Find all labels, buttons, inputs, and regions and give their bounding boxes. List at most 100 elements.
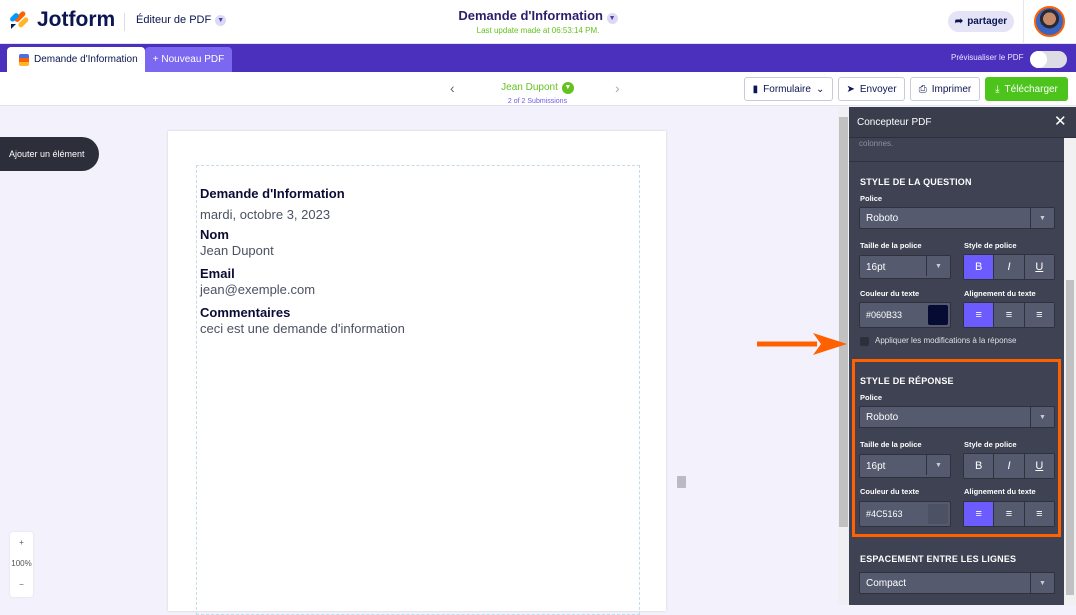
answer-align-group: ≡ ≡ ≡ [963,501,1055,527]
answer-style-heading: STYLE DE RÉPONSE [860,376,954,386]
zoom-in-button[interactable]: + [10,532,33,553]
chevron-down-icon: ▼ [1030,407,1054,427]
field-answer: Jean Dupont [200,243,274,258]
preview-label: Prévisualiser le PDF [951,53,1024,62]
font-size-label: Taille de la police [860,440,922,449]
document-content: Demande d'Information mardi, octobre 3, … [200,181,630,336]
add-element-button[interactable]: Ajouter un élément [0,137,99,171]
question-font-style-group: B I U [963,254,1055,280]
send-button[interactable]: ➤ Envoyer [838,77,905,101]
question-font-select[interactable]: Roboto ▼ [859,207,1055,229]
form-label: Formulaire [763,83,811,95]
font-style-label: Style de police [964,440,1017,449]
share-icon: ➦ [954,16,964,27]
submission-selector[interactable]: Jean Dupont ▼ 2 of 2 Submissions [470,77,605,105]
color-swatch[interactable] [928,305,948,325]
print-button[interactable]: ⎙ Imprimer [910,77,980,101]
question-style-heading: STYLE DE LA QUESTION [860,177,972,187]
download-icon: ⤓ [995,83,1000,95]
form-title-text: Demande d'Information [458,8,604,23]
tab-demande-information[interactable]: Demande d'Information [7,47,145,72]
text-align-label: Alignement du texte [964,487,1036,496]
selected-size: 16pt [866,460,886,472]
share-label: partager [967,16,1008,27]
align-right-icon[interactable]: ≡ [1024,502,1054,526]
answer-font-style-group: B I U [963,453,1055,479]
underline-button[interactable]: U [1024,454,1054,478]
field-question: Nom [200,227,229,242]
doc-date: mardi, octobre 3, 2023 [200,207,331,222]
tab-label: Demande d'Information [34,54,138,65]
form-button[interactable]: ▮ Formulaire ⌄ [744,77,833,101]
chevron-down-icon: ▼ [1030,573,1054,593]
chevron-down-icon: ▼ [606,13,618,24]
italic-button[interactable]: I [994,255,1025,279]
align-right-icon[interactable]: ≡ [1024,303,1054,327]
printer-icon: ⎙ [918,83,927,95]
answer-size-select[interactable]: 16pt ▼ [859,454,951,478]
chevron-down-icon: ⌄ [815,83,825,95]
font-label: Police [860,393,883,402]
form-icon: ▮ [752,83,759,95]
apply-to-answer-checkbox[interactable] [860,337,869,346]
submission-count: 2 of 2 Submissions [507,98,568,105]
field-answer: jean@exemple.com [200,282,316,297]
zoom-control: + 100% − [10,532,33,597]
chevron-down-icon: ▼ [926,455,950,475]
align-left-icon[interactable]: ≡ [964,303,995,327]
chevron-down-icon: ▼ [1030,208,1054,228]
align-center-icon[interactable]: ≡ [994,502,1025,526]
previous-submission-button[interactable]: ‹ [450,80,455,96]
question-align-group: ≡ ≡ ≡ [963,302,1055,328]
share-button[interactable]: ➦ partager [948,11,1014,32]
canvas-scrollbar[interactable] [838,107,849,605]
download-button[interactable]: ⤓ Télécharger [985,77,1068,101]
italic-button[interactable]: I [994,454,1025,478]
document-icon [19,53,29,66]
divider [1023,0,1024,44]
field-question: Commentaires [200,305,291,320]
download-label: Télécharger [1004,83,1058,95]
answer-color-input[interactable]: #4C5163 [859,501,951,527]
preview-toggle[interactable] [1030,51,1067,68]
apply-to-answer-label: Appliquer les modifications à la réponse [875,336,1017,345]
send-label: Envoyer [859,83,897,95]
arrow-annotation-icon [757,333,847,355]
form-title[interactable]: Demande d'Information ▼ [0,8,1076,24]
color-swatch[interactable] [928,504,948,524]
answer-font-select[interactable]: Roboto ▼ [859,406,1055,428]
bold-button[interactable]: B [964,454,995,478]
doc-title: Demande d'Information [200,186,345,201]
selected-spacing: Compact [866,577,907,589]
align-left-icon[interactable]: ≡ [964,502,995,526]
next-submission-button[interactable]: › [615,80,620,96]
trash-icon[interactable] [677,476,686,488]
panel-scrollbar[interactable] [1064,138,1076,605]
print-label: Imprimer [931,83,972,95]
question-color-input[interactable]: #060B33 [859,302,951,328]
zoom-level: 100% [11,559,32,568]
selected-font: Roboto [866,212,899,224]
zoom-out-button[interactable]: − [10,574,33,595]
close-icon[interactable]: ✕ [1054,112,1067,130]
color-value: #060B33 [866,310,903,320]
font-style-label: Style de police [964,241,1017,250]
text-color-label: Couleur du texte [860,289,920,298]
line-spacing-select[interactable]: Compact ▼ [859,572,1055,594]
question-size-select[interactable]: 16pt ▼ [859,255,951,279]
divider [849,161,1064,162]
avatar[interactable] [1034,6,1065,37]
selected-font: Roboto [866,411,899,423]
text-color-label: Couleur du texte [860,487,920,496]
chevron-down-icon: ▼ [926,256,950,276]
color-value: #4C5163 [866,509,903,519]
text-align-label: Alignement du texte [964,289,1036,298]
underline-button[interactable]: U [1024,255,1054,279]
new-pdf-tab[interactable]: + Nouveau PDF [145,47,232,72]
field-answer: ceci est une demande d'information [200,321,405,336]
align-center-icon[interactable]: ≡ [994,303,1025,327]
font-label: Police [860,194,883,203]
field-question: Email [200,266,235,281]
bold-button[interactable]: B [964,255,995,279]
submitter-name: Jean Dupont [501,82,558,93]
